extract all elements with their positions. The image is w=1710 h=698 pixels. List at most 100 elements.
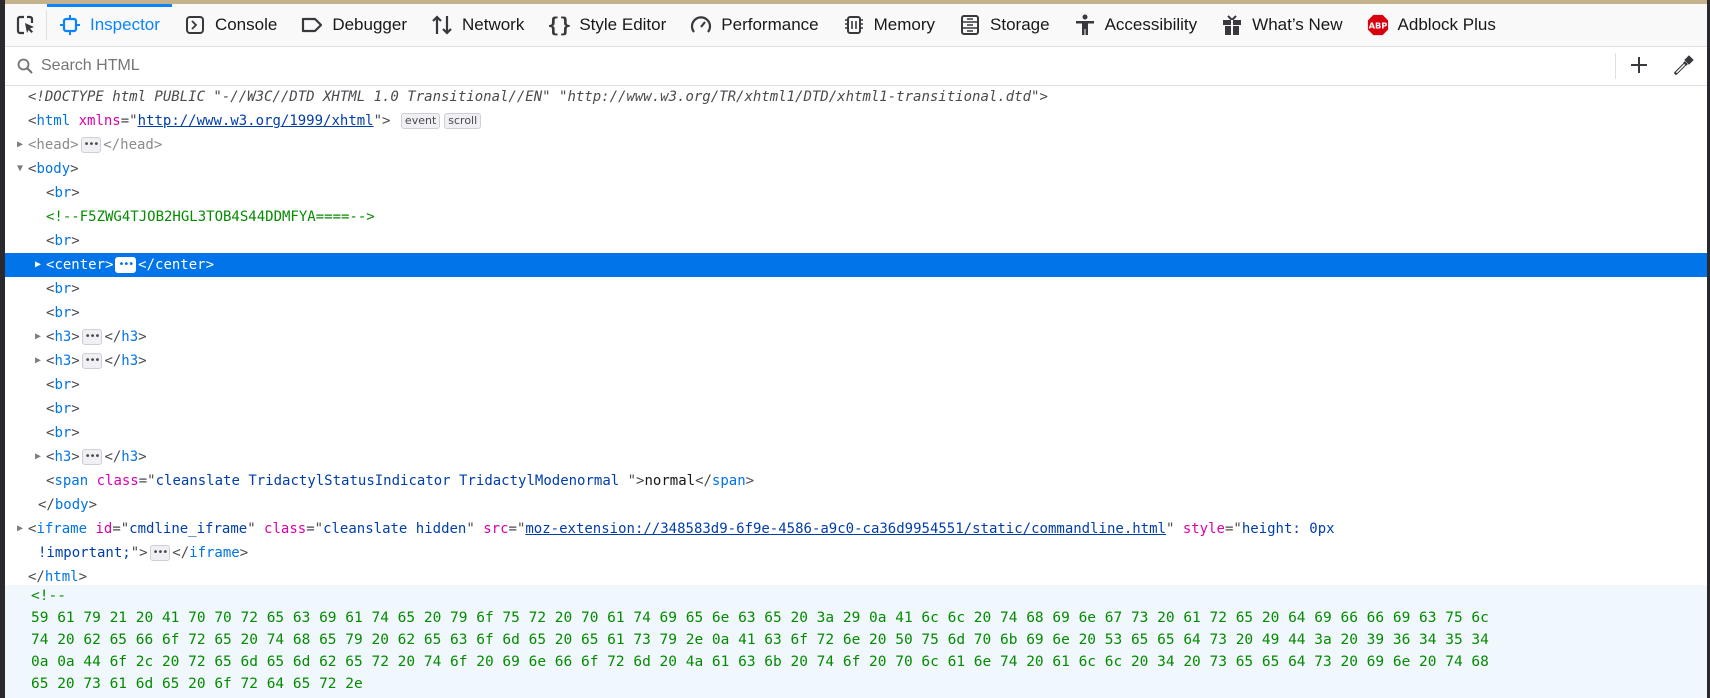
markup-node[interactable]: ▶ <h3> ••• </h3> bbox=[5, 445, 1707, 469]
tab-debugger[interactable]: Debugger bbox=[289, 4, 419, 46]
element-picker-icon bbox=[16, 15, 34, 35]
tag-name: br bbox=[54, 185, 72, 201]
scroll-badge[interactable]: scroll bbox=[444, 113, 482, 129]
punctuation: > bbox=[71, 401, 80, 417]
attribute-link[interactable]: http://www.w3.org/1999/xhtml bbox=[138, 113, 374, 129]
expand-ellipsis-button[interactable]: ••• bbox=[81, 329, 103, 345]
tag-name: br bbox=[54, 425, 72, 441]
tab-label: Inspector bbox=[90, 15, 160, 34]
inspector-icon bbox=[59, 14, 81, 36]
punctuation: > bbox=[71, 449, 80, 465]
tab-label: Adblock Plus bbox=[1397, 15, 1496, 34]
markup-node[interactable]: <br> bbox=[5, 301, 1707, 325]
punctuation: </ bbox=[104, 353, 122, 369]
tag-name: body bbox=[54, 497, 89, 513]
tab-what-s-new[interactable]: What’s New bbox=[1209, 4, 1354, 46]
tab-label: Storage bbox=[990, 15, 1050, 34]
attribute-link[interactable]: moz-extension://348583d9-6f9e-4586-a9c0-… bbox=[525, 521, 1166, 537]
tag-name: html bbox=[44, 569, 79, 585]
eyedropper-icon[interactable] bbox=[1673, 54, 1695, 76]
tab-accessibility[interactable]: Accessibility bbox=[1062, 4, 1210, 46]
markup-node[interactable]: <span class="cleanslate TridactylStatusI… bbox=[5, 469, 1707, 493]
add-node-icon[interactable] bbox=[1629, 55, 1649, 75]
collapsed-arrow-icon[interactable]: ▶ bbox=[33, 253, 43, 277]
attribute-name: class bbox=[264, 521, 307, 537]
hex-line: 0a 0a 44 6f 2c 20 72 65 6d 65 6d 62 65 7… bbox=[31, 654, 1489, 670]
event-badge[interactable]: event bbox=[400, 113, 441, 129]
attribute-name: xmlns bbox=[78, 113, 121, 129]
collapsed-arrow-icon[interactable]: ▶ bbox=[33, 325, 43, 349]
tab-inspector[interactable]: Inspector bbox=[47, 4, 172, 46]
punctuation: </ bbox=[695, 473, 712, 489]
markup-node[interactable]: <br> bbox=[5, 373, 1707, 397]
search-icon bbox=[17, 58, 33, 74]
punctuation: > bbox=[138, 353, 147, 369]
punctuation: > bbox=[138, 329, 147, 345]
tag-name: br bbox=[54, 377, 72, 393]
network-icon bbox=[431, 14, 453, 36]
punctuation: </ bbox=[104, 449, 122, 465]
tab-label: What’s New bbox=[1252, 15, 1343, 34]
markup-node[interactable]: ▶ <h3> ••• </h3> bbox=[5, 325, 1707, 349]
punctuation: > bbox=[71, 305, 80, 321]
tab-network[interactable]: Network bbox=[419, 4, 536, 46]
markup-node[interactable]: <html xmlns="http://www.w3.org/1999/xhtm… bbox=[5, 109, 1707, 133]
console-icon bbox=[184, 14, 206, 36]
expand-ellipsis-button[interactable]: ••• bbox=[149, 545, 171, 561]
tag-name: center bbox=[54, 257, 106, 273]
punctuation: > bbox=[71, 281, 80, 297]
markup-node[interactable]: <br> bbox=[5, 277, 1707, 301]
collapsed-arrow-icon[interactable]: ▶ bbox=[33, 349, 43, 373]
markup-node[interactable]: <br> bbox=[5, 181, 1707, 205]
markup-node[interactable]: ▶ <head> ••• </head> bbox=[5, 133, 1707, 157]
markup-node[interactable]: ▶ <iframe id="cmdline_iframe" class="clea… bbox=[5, 517, 1707, 541]
tab-label: Debugger bbox=[332, 15, 407, 34]
markup-node[interactable]: ▶ <h3> ••• </h3> bbox=[5, 349, 1707, 373]
punctuation: > bbox=[71, 377, 80, 393]
markup-node[interactable]: ▼ <body> bbox=[5, 157, 1707, 181]
element-picker-button[interactable] bbox=[5, 10, 47, 40]
markup-node[interactable]: <br> bbox=[5, 229, 1707, 253]
punctuation: > bbox=[70, 161, 79, 177]
tab-storage[interactable]: Storage bbox=[947, 4, 1062, 46]
collapsed-arrow-icon[interactable]: ▶ bbox=[33, 445, 43, 469]
expand-ellipsis-button[interactable]: ••• bbox=[80, 137, 102, 153]
punctuation: " bbox=[1165, 521, 1183, 537]
markup-node[interactable]: <br> bbox=[5, 397, 1707, 421]
tab-adblock-plus[interactable]: ABP Adblock Plus bbox=[1355, 4, 1508, 46]
tab-label: Network bbox=[461, 15, 525, 34]
devtools-toolbar: Inspector Console Debugger Network {} Style E… bbox=[5, 4, 1707, 47]
markup-node[interactable]: </body> bbox=[5, 493, 1707, 517]
expand-ellipsis-button[interactable]: ••• bbox=[115, 257, 137, 273]
tag-name: span bbox=[711, 473, 746, 489]
tag-name: </head> bbox=[103, 137, 163, 153]
punctuation: > bbox=[71, 233, 80, 249]
collapsed-arrow-icon[interactable]: ▶ bbox=[15, 133, 25, 157]
markup-node[interactable]: <br> bbox=[5, 421, 1707, 445]
attribute-value: height: 0px bbox=[1241, 521, 1335, 537]
tab-console[interactable]: Console bbox=[172, 4, 289, 46]
expanded-arrow-icon[interactable]: ▼ bbox=[15, 157, 25, 181]
tag-name: center bbox=[155, 257, 206, 273]
markup-node[interactable]: !important;"> ••• </iframe> bbox=[5, 541, 1707, 565]
expand-ellipsis-button[interactable]: ••• bbox=[81, 353, 103, 369]
attribute-value: cleanslate TridactylStatusIndicator Trid… bbox=[155, 473, 628, 489]
punctuation: =" bbox=[306, 521, 324, 537]
search-html-input[interactable] bbox=[39, 56, 1603, 76]
markup-node[interactable]: <!DOCTYPE html PUBLIC "-//W3C//DTD XHTML… bbox=[5, 85, 1707, 109]
expand-ellipsis-button[interactable]: ••• bbox=[81, 449, 103, 465]
collapsed-arrow-icon[interactable]: ▶ bbox=[15, 517, 25, 541]
tab-label: Style Editor bbox=[579, 15, 667, 34]
tab-performance[interactable]: Performance bbox=[678, 4, 830, 46]
markup-node[interactable]: <!--F5ZWG4TJOB2HGL3TOB4S44DDMFYA====--> bbox=[5, 205, 1707, 229]
markup-node[interactable]: ▶ <center> ••• </center> bbox=[5, 253, 1707, 277]
gauge-icon bbox=[690, 14, 712, 36]
tag-name: h3 bbox=[54, 329, 72, 345]
hex-comment-node[interactable]: <!-- 59 61 79 21 20 41 70 70 72 65 63 69… bbox=[5, 585, 1707, 698]
tab-memory[interactable]: Memory bbox=[831, 4, 947, 46]
tab-label: Performance bbox=[721, 15, 819, 34]
tag-name: iframe bbox=[189, 545, 240, 561]
tab-style-editor[interactable]: {} Style Editor bbox=[536, 4, 678, 46]
punctuation: " bbox=[247, 521, 265, 537]
punctuation: > bbox=[71, 329, 80, 345]
